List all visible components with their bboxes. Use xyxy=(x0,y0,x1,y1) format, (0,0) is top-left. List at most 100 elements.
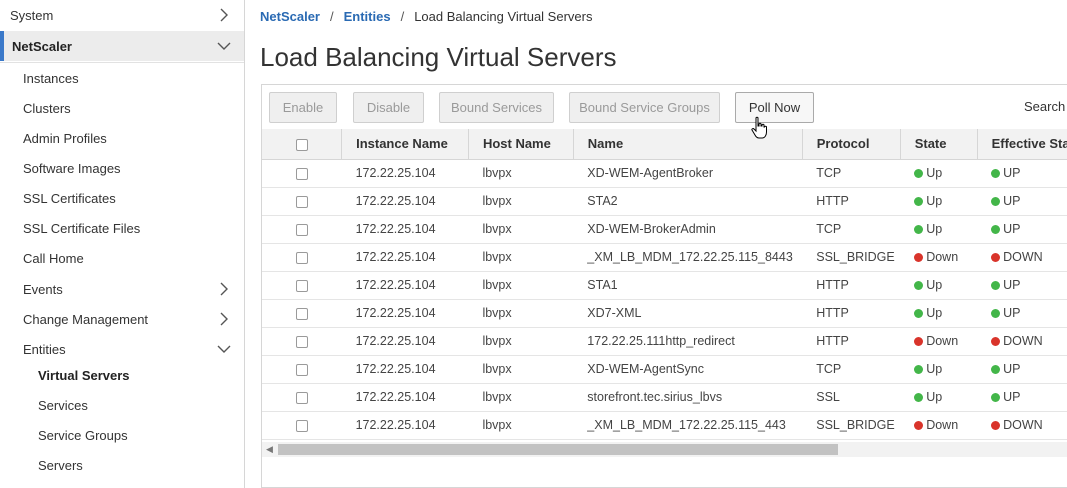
sidebar-item-virtual-servers[interactable]: Virtual Servers xyxy=(0,360,244,390)
sidebar-item-ssl-certificates[interactable]: SSL Certificates xyxy=(0,183,244,213)
cell-instance: 172.22.25.104 xyxy=(341,271,469,300)
column-header-protocol[interactable]: Protocol xyxy=(802,129,901,160)
cell-state: Down xyxy=(900,411,978,440)
table-row[interactable]: 172.22.25.104 lbvpx _XM_LB_MDM_172.22.25.1… xyxy=(262,411,1067,440)
cell-protocol: HTTP xyxy=(802,327,901,356)
row-checkbox[interactable] xyxy=(295,335,308,348)
sidebar-item-change-management[interactable]: Change Management xyxy=(0,304,244,334)
scrollbar-thumb[interactable] xyxy=(278,444,838,455)
sidebar-item-clusters[interactable]: Clusters xyxy=(0,93,244,123)
table-row[interactable]: 172.22.25.104 lbvpx STA1 HTTP Up UP xyxy=(262,271,1067,300)
row-checkbox[interactable] xyxy=(295,251,308,264)
table-row[interactable]: 172.22.25.104 lbvpx XD-WEM-AgentSync TCP Up U… xyxy=(262,355,1067,384)
state-text: Up xyxy=(926,222,943,236)
cell-protocol: HTTP xyxy=(802,299,901,328)
status-dot-icon xyxy=(914,281,924,290)
poll-now-button[interactable]: Poll Now xyxy=(735,92,814,123)
cell-name: _XM_LB_MDM_172.22.25.115_443 xyxy=(573,411,803,440)
effective-state-text: UP xyxy=(1003,278,1021,292)
table-header-row: Instance Name Host Name Name Protocol St… xyxy=(262,129,1067,160)
search-dropdown[interactable]: Search ▾ xyxy=(1024,99,1067,114)
row-checkbox[interactable] xyxy=(295,363,308,376)
sidebar-item-label: Instances xyxy=(23,70,79,86)
cell-instance: 172.22.25.104 xyxy=(341,243,469,272)
effective-state-text: DOWN xyxy=(1003,334,1043,348)
select-all-checkbox[interactable] xyxy=(295,138,308,151)
sidebar-section-netscaler[interactable]: NetScaler xyxy=(0,31,244,61)
row-checkbox[interactable] xyxy=(295,167,308,180)
row-checkbox[interactable] xyxy=(295,419,308,432)
status-dot-icon xyxy=(991,309,1001,318)
cell-protocol: SSL xyxy=(802,383,901,412)
table-row[interactable]: 172.22.25.104 lbvpx 172.22.25.111http_redi… xyxy=(262,327,1067,356)
sidebar-item-services[interactable]: Services xyxy=(0,390,244,420)
table-row[interactable]: 172.22.25.104 lbvpx XD-WEM-AgentBroker TCP U… xyxy=(262,159,1067,188)
state-text: Up xyxy=(926,362,943,376)
status-dot-icon xyxy=(991,337,1001,346)
cell-host: lbvpx xyxy=(468,299,574,328)
bound-services-button[interactable]: Bound Services xyxy=(439,92,554,123)
cell-name: XD-WEM-AgentSync xyxy=(573,355,803,384)
sidebar-item-software-images[interactable]: Software Images xyxy=(0,153,244,183)
column-header-effective-state[interactable]: Effective Stat xyxy=(977,129,1067,160)
breadcrumb-separator: / xyxy=(329,9,334,24)
sidebar-item-label: Virtual Servers xyxy=(38,367,130,383)
column-header-host-name[interactable]: Host Name xyxy=(468,129,574,160)
disable-button[interactable]: Disable xyxy=(353,92,424,123)
state-text: Up xyxy=(926,194,943,208)
row-checkbox[interactable] xyxy=(295,195,308,208)
cell-name: XD-WEM-BrokerAdmin xyxy=(573,215,803,244)
enable-button[interactable]: Enable xyxy=(269,92,337,123)
state-text: Down xyxy=(926,250,959,264)
sidebar-item-admin-profiles[interactable]: Admin Profiles xyxy=(0,123,244,153)
cell-protocol: SSL_BRIDGE xyxy=(802,243,901,272)
status-dot-icon xyxy=(914,253,924,262)
breadcrumb-link-entities[interactable]: Entities xyxy=(344,9,391,24)
cell-name: XD7-XML xyxy=(573,299,803,328)
cell-effective-state: DOWN xyxy=(977,327,1067,356)
table-row[interactable]: 172.22.25.104 lbvpx XD7-XML HTTP Up UP xyxy=(262,299,1067,328)
sidebar-item-call-home[interactable]: Call Home xyxy=(0,243,244,273)
sidebar-item-ssl-certificate-files[interactable]: SSL Certificate Files xyxy=(0,213,244,243)
table-row[interactable]: 172.22.25.104 lbvpx storefront.tec.sirius_… xyxy=(262,383,1067,412)
row-checkbox-cell xyxy=(262,243,342,272)
bound-service-groups-button[interactable]: Bound Service Groups xyxy=(569,92,720,123)
cell-host: lbvpx xyxy=(468,271,574,300)
row-checkbox[interactable] xyxy=(295,391,308,404)
row-checkbox-cell xyxy=(262,327,342,356)
cell-effective-state: UP xyxy=(977,159,1067,188)
scroll-left-icon[interactable]: ◀ xyxy=(266,444,273,455)
cell-effective-state: UP xyxy=(977,383,1067,412)
row-checkbox[interactable] xyxy=(295,307,308,320)
cell-state: Down xyxy=(900,243,978,272)
column-header-state[interactable]: State xyxy=(900,129,978,160)
status-dot-icon xyxy=(914,337,924,346)
sidebar-item-label: Change Management xyxy=(23,311,149,327)
row-checkbox-cell xyxy=(262,383,342,412)
sidebar-item-label: Call Home xyxy=(23,250,84,266)
breadcrumb-link-netscaler[interactable]: NetScaler xyxy=(260,9,320,24)
sidebar-item-events[interactable]: Events xyxy=(0,274,244,304)
row-checkbox-cell xyxy=(262,299,342,328)
sidebar-item-label: SSL Certificates xyxy=(23,190,116,206)
select-all-checkbox-cell xyxy=(262,129,343,160)
state-text: Down xyxy=(926,334,959,348)
table-row[interactable]: 172.22.25.104 lbvpx _XM_LB_MDM_172.22.25.1… xyxy=(262,243,1067,272)
sidebar-item-service-groups[interactable]: Service Groups xyxy=(0,420,244,450)
effective-state-text: UP xyxy=(1003,222,1021,236)
sidebar-item-instances[interactable]: Instances xyxy=(0,63,244,93)
horizontal-scrollbar[interactable]: ◀ xyxy=(262,442,1067,457)
row-checkbox[interactable] xyxy=(295,223,308,236)
column-header-instance-name[interactable]: Instance Name xyxy=(341,129,469,160)
breadcrumb: NetScaler / Entities / Load Balancing Vi… xyxy=(260,9,592,24)
sidebar-section-label: NetScaler xyxy=(12,38,72,54)
virtual-servers-table: Instance Name Host Name Name Protocol St… xyxy=(262,129,1067,440)
cell-host: lbvpx xyxy=(468,243,574,272)
row-checkbox[interactable] xyxy=(295,279,308,292)
status-dot-icon xyxy=(914,365,924,374)
table-row[interactable]: 172.22.25.104 lbvpx STA2 HTTP Up UP xyxy=(262,187,1067,216)
sidebar-item-servers[interactable]: Servers xyxy=(0,450,244,480)
cell-instance: 172.22.25.104 xyxy=(341,187,469,216)
sidebar-item-system[interactable]: System xyxy=(0,0,244,30)
table-row[interactable]: 172.22.25.104 lbvpx XD-WEM-BrokerAdmin TCP U… xyxy=(262,215,1067,244)
